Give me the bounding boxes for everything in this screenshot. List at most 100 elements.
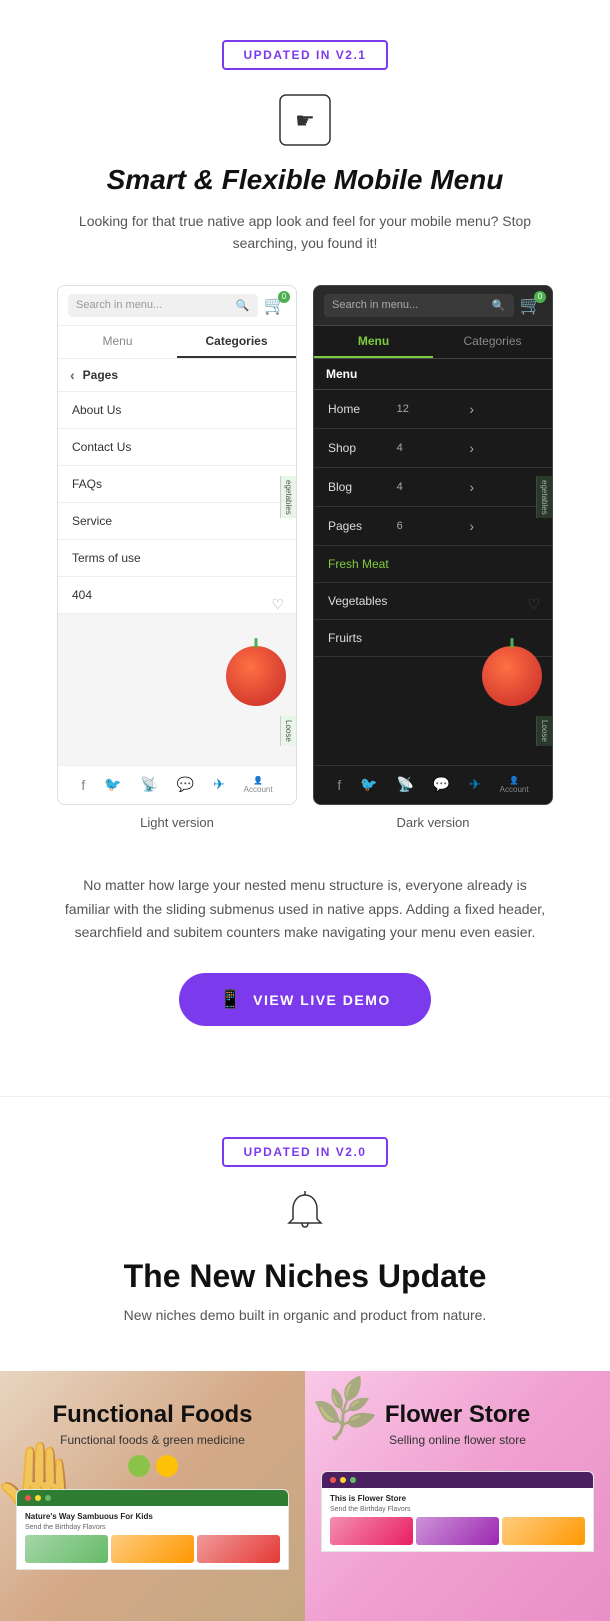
dark-cart[interactable]: 🛒 0 <box>520 295 542 316</box>
flower-thumb-3 <box>502 1517 585 1545</box>
dot-red <box>25 1495 31 1501</box>
flower-card-subtitle: Selling online flower store <box>389 1433 526 1447</box>
food-mini-site: Nature's Way Sambuous For Kids Send the … <box>16 1489 289 1570</box>
section2-desc: New niches demo built in organic and pro… <box>124 1307 487 1323</box>
flower-card-title: Flower Store <box>385 1401 530 1429</box>
shop-count: 4 <box>397 442 466 454</box>
dark-footer-twitter: 🐦 <box>360 776 377 793</box>
flower-dot-yellow <box>340 1477 346 1483</box>
dark-footer-account[interactable]: 👤 Account <box>500 776 529 794</box>
dark-menu-item-pages[interactable]: Pages 6 › <box>314 507 552 546</box>
food-card-subtitle: Functional foods & green medicine <box>60 1433 245 1447</box>
dot-green-sm <box>45 1495 51 1501</box>
niche-card-flower[interactable]: 🌿 Flower Store Selling online flower sto… <box>305 1371 610 1621</box>
dark-footer-rss: 📡 <box>396 776 413 793</box>
light-phone-wrapper: Search in menu... 🔍 🛒 0 Menu Categories … <box>57 285 297 830</box>
pages-arrow: › <box>469 518 538 534</box>
flower-dot-red <box>330 1477 336 1483</box>
dark-submenu-title: Menu <box>326 367 357 381</box>
flower-mini-imgs <box>330 1517 585 1545</box>
light-menu-item-2[interactable]: Contact Us <box>58 429 296 466</box>
food-thumb-3 <box>197 1535 280 1563</box>
light-tabs: Menu Categories <box>58 326 296 359</box>
light-heart1: ♡ <box>271 596 284 613</box>
back-arrow-icon[interactable]: ‹ <box>70 367 75 383</box>
light-menu-item-5[interactable]: Terms of use <box>58 540 296 577</box>
dark-menu-item-blog[interactable]: Blog 4 › <box>314 468 552 507</box>
section-paragraph: No matter how large your nested menu str… <box>40 874 570 945</box>
food-mini-bar <box>17 1490 288 1506</box>
dark-tomato <box>482 646 542 706</box>
dark-bottom-label: Loose <box>536 716 552 746</box>
dark-menu-item-fresh-meat[interactable]: Fresh Meat <box>314 546 552 583</box>
mockup-row: Search in menu... 🔍 🛒 0 Menu Categories … <box>20 285 590 830</box>
light-phone-footer: f 🐦 📡 💬 ✈ 👤 Account <box>58 765 296 804</box>
food-dots <box>128 1455 178 1477</box>
dark-version-label: Dark version <box>397 815 470 830</box>
dark-search-placeholder: Search in menu... <box>332 299 418 311</box>
light-submenu-title: Pages <box>83 368 118 382</box>
dark-heart1: ♡ <box>527 596 540 613</box>
home-arrow: › <box>469 401 538 417</box>
light-menu-item-6[interactable]: 404 <box>58 577 296 614</box>
light-search[interactable]: Search in menu... 🔍 <box>68 294 258 317</box>
light-cart[interactable]: 🛒 0 <box>264 295 286 316</box>
light-cart-count: 0 <box>278 291 290 303</box>
footer-rss-icon: 📡 <box>140 776 157 793</box>
flower-thumb-1 <box>330 1517 413 1545</box>
section2: UPDATED IN V2.0 The New Niches Update Ne… <box>0 1097 610 1371</box>
section1: UPDATED IN V2.1 ☛ Smart & Flexible Mobil… <box>0 0 610 1096</box>
dark-account-label: Account <box>500 785 529 794</box>
footer-account[interactable]: 👤 Account <box>244 776 273 794</box>
light-menu-item-3[interactable]: FAQs <box>58 466 296 503</box>
badge-v20: UPDATED IN V2.0 <box>222 1137 389 1167</box>
dark-account-icon: 👤 <box>509 776 519 785</box>
cta-label: VIEW LIVE DEMO <box>253 992 391 1008</box>
dark-search[interactable]: Search in menu... 🔍 <box>324 294 514 317</box>
light-tab-categories[interactable]: Categories <box>177 326 296 358</box>
main-description: Looking for that true native app look an… <box>55 210 555 255</box>
light-menu-item-4[interactable]: Service <box>58 503 296 540</box>
light-tab-menu[interactable]: Menu <box>58 326 177 358</box>
dark-tab-menu[interactable]: Menu <box>314 326 433 358</box>
food-mini-text: Send the Birthday Flavors <box>25 1524 280 1531</box>
shop-arrow: › <box>469 440 538 456</box>
footer-telegram-icon: ✈ <box>213 776 225 793</box>
flower-thumb-2 <box>416 1517 499 1545</box>
dot-yellow-sm <box>35 1495 41 1501</box>
light-tomato <box>226 646 286 706</box>
flower-mini-heading: This is Flower Store <box>330 1494 585 1503</box>
light-menu-item-1[interactable]: About Us <box>58 392 296 429</box>
svg-text:☛: ☛ <box>295 108 315 133</box>
pages-count: 6 <box>397 520 466 532</box>
section2-title: The New Niches Update <box>124 1258 487 1295</box>
main-title: Smart & Flexible Mobile Menu <box>107 164 504 196</box>
niche-card-food[interactable]: 🤚 Functional Foods Functional foods & gr… <box>0 1371 305 1621</box>
food-card-title: Functional Foods <box>53 1401 253 1429</box>
view-live-demo-button[interactable]: 📱 VIEW LIVE DEMO <box>179 973 431 1026</box>
dark-menu-item-home[interactable]: Home 12 › <box>314 390 552 429</box>
dark-phone-wrapper: Search in menu... 🔍 🛒 0 Menu Categories … <box>313 285 553 830</box>
dark-footer-facebook: f <box>337 777 341 793</box>
search-icon: 🔍 <box>236 299 250 312</box>
dark-tab-categories[interactable]: Categories <box>433 326 552 358</box>
dark-menu-item-vegetables[interactable]: Vegetables <box>314 583 552 620</box>
niche-cards-row: 🤚 Functional Foods Functional foods & gr… <box>0 1371 610 1621</box>
footer-whatsapp-icon: 💬 <box>177 776 194 793</box>
dark-footer-whatsapp: 💬 <box>433 776 450 793</box>
food-thumb-1 <box>25 1535 108 1563</box>
food-mini-content: Nature's Way Sambuous For Kids Send the … <box>17 1506 288 1569</box>
light-phone-header: Search in menu... 🔍 🛒 0 <box>58 286 296 326</box>
dot-green <box>128 1455 150 1477</box>
light-bottom-label: Loose <box>280 716 296 746</box>
flower-mini-site: This is Flower Store Send the Birthday F… <box>321 1471 594 1552</box>
bell-icon <box>283 1191 327 1240</box>
footer-twitter-icon: 🐦 <box>104 776 121 793</box>
food-thumb-2 <box>111 1535 194 1563</box>
dark-menu-item-shop[interactable]: Shop 4 › <box>314 429 552 468</box>
cta-mobile-icon: 📱 <box>219 989 243 1010</box>
dark-submenu-header: Menu <box>314 359 552 390</box>
food-mini-imgs <box>25 1535 280 1563</box>
flower-dot-green <box>350 1477 356 1483</box>
dot-yellow <box>156 1455 178 1477</box>
